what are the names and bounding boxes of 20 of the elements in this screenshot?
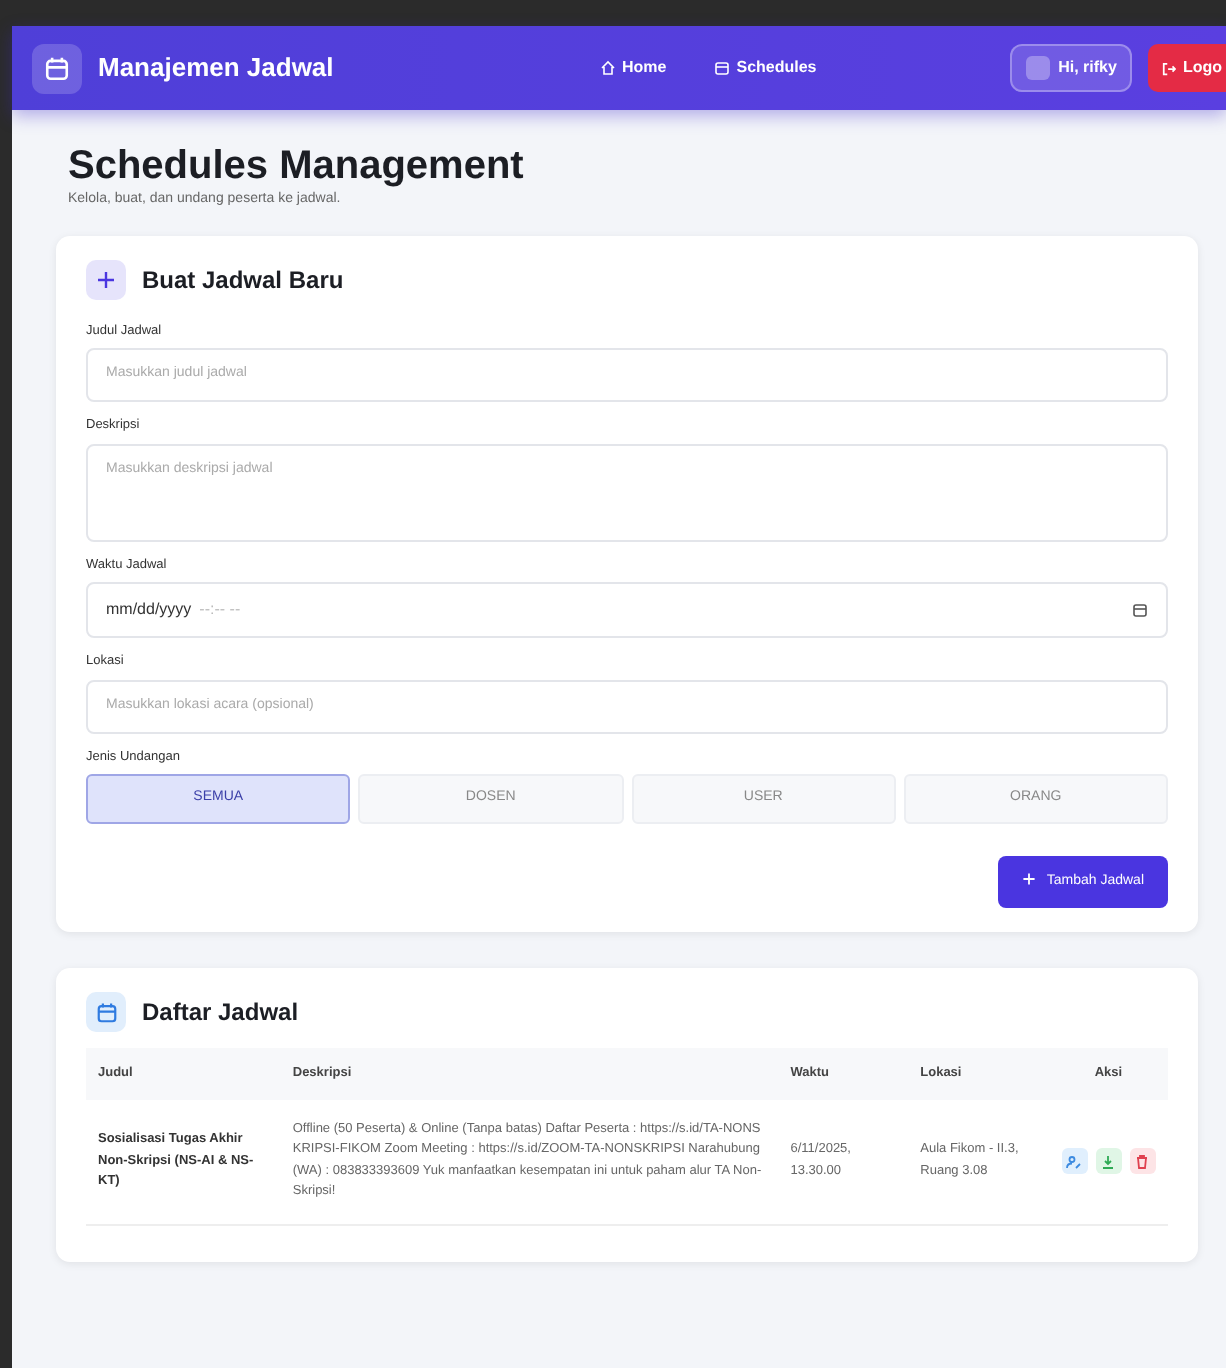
edit-button[interactable] — [1061, 1148, 1088, 1175]
delete-button[interactable] — [1129, 1148, 1156, 1175]
page-title: Schedules Management — [68, 142, 526, 190]
download-button[interactable] — [1095, 1148, 1122, 1175]
avatar-icon — [1026, 56, 1051, 80]
trash-icon — [1134, 1153, 1151, 1170]
edit-user-icon — [1066, 1153, 1083, 1170]
nav-link[interactable]: Home — [592, 52, 675, 84]
datetime-field[interactable]: mm/dd/yyyy --:-- -- — [86, 582, 1168, 639]
download-icon — [1100, 1153, 1117, 1170]
nav-link[interactable]: Schedules — [706, 52, 825, 84]
logout-icon — [1162, 61, 1177, 75]
plus-icon — [1022, 872, 1037, 887]
app-title[interactable]: Manajemen Jadwal — [98, 48, 334, 88]
profile-button[interactable]: Hi, rifky — [1010, 44, 1133, 92]
section-title: Buat Jadwal Baru — [142, 263, 344, 297]
plus-icon — [86, 259, 126, 299]
home-icon — [600, 60, 616, 76]
section-title: Daftar Jadwal — [142, 996, 299, 1031]
logout-button[interactable]: Logo — [1148, 44, 1226, 92]
